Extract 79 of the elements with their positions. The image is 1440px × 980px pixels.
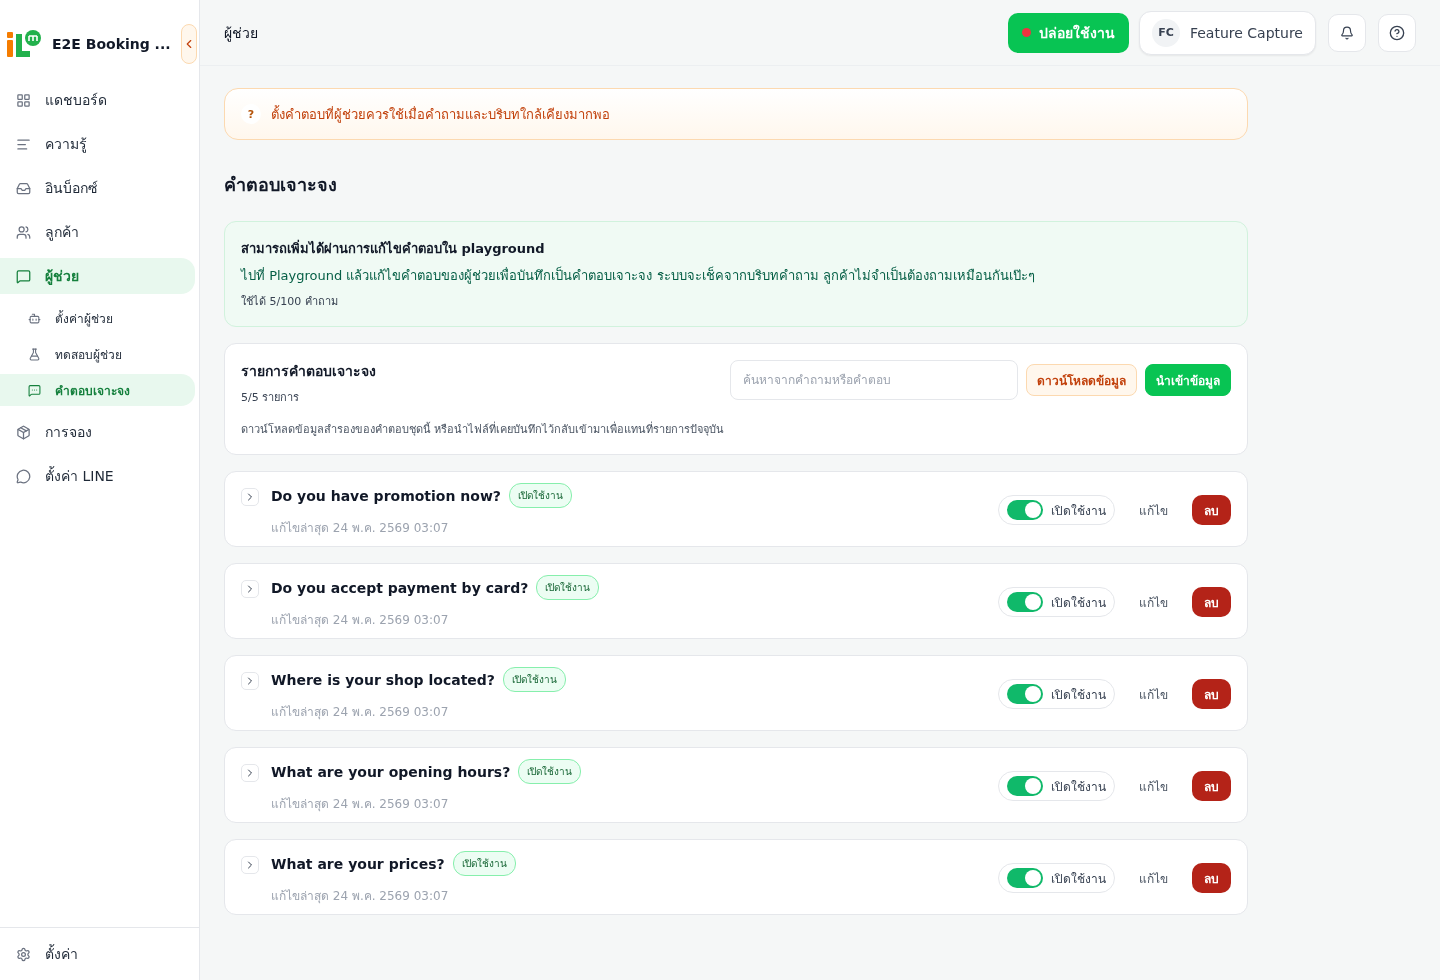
sidebar-item[interactable]: แดชบอร์ด	[0, 82, 195, 118]
enable-toggle[interactable]: เปิดใช้งาน	[998, 863, 1115, 893]
app-name: E2E Booking ...	[52, 36, 171, 52]
logo-icon	[6, 29, 42, 59]
delete-button[interactable]: ลบ	[1192, 771, 1231, 801]
delete-button[interactable]: ลบ	[1192, 587, 1231, 617]
users-icon	[16, 224, 31, 240]
edited-time: แก้ไขล่าสุด 24 พ.ค. 2569 03:07	[271, 796, 450, 813]
question-text: Do you accept payment by card?	[271, 579, 529, 596]
sidebar-item[interactable]: ตั้งค่า LINE	[0, 458, 195, 494]
sidebar-item[interactable]: ผู้ช่วย	[0, 258, 195, 294]
enable-toggle[interactable]: เปิดใช้งาน	[998, 587, 1115, 617]
panel-title: รายการคำตอบเจาะจง	[241, 362, 377, 381]
download-button[interactable]: ดาวน์โหลดข้อมูล	[1026, 364, 1137, 396]
notice-text: ตั้งคำตอบที่ผู้ช่วยควรใช้เมื่อคำถามและบริบทใกล้เคียงมากพอ	[271, 104, 610, 125]
help-button[interactable]	[1378, 13, 1416, 52]
sidebar-item[interactable]: ลูกค้า	[0, 214, 195, 250]
enable-toggle[interactable]: เปิดใช้งาน	[998, 679, 1115, 709]
expand-button[interactable]	[241, 580, 259, 598]
delete-button[interactable]: ลบ	[1192, 863, 1231, 893]
expand-button[interactable]	[241, 764, 259, 782]
chat-bubble-icon	[28, 383, 41, 397]
delete-button[interactable]: ลบ	[1192, 495, 1231, 525]
inbox-icon	[16, 180, 31, 196]
page-title: ผู้ช่วย	[224, 23, 259, 44]
status-badge: เปิดใช้งาน	[503, 667, 566, 692]
edited-time: แก้ไขล่าสุด 24 พ.ค. 2569 03:07	[271, 888, 450, 905]
status-badge: เปิดใช้งาน	[518, 759, 582, 784]
enable-toggle[interactable]: เปิดใช้งาน	[998, 771, 1115, 801]
sidebar-item[interactable]: คำตอบเจาะจง	[0, 374, 195, 406]
user-button[interactable]: FC Feature Capture	[1138, 10, 1316, 55]
question-text: Do you have promotion now?	[271, 487, 501, 504]
edit-button[interactable]: แก้ไข	[1127, 684, 1180, 704]
box-icon	[16, 424, 31, 440]
item-count: 5/5 รายการ	[241, 390, 301, 406]
section-title: คำตอบเจาะจง	[224, 173, 338, 197]
delete-button[interactable]: ลบ	[1192, 679, 1231, 709]
edited-time: แก้ไขล่าสุด 24 พ.ค. 2569 03:07	[271, 520, 450, 537]
chat-bubble-icon	[16, 468, 31, 484]
flask-icon	[28, 347, 41, 361]
question-text: What are your prices?	[271, 855, 445, 872]
question-mark: ?	[241, 104, 261, 124]
question-text: What are your opening hours?	[271, 763, 511, 780]
collapse-button[interactable]	[180, 24, 197, 64]
robot-icon	[28, 311, 41, 325]
help-icon	[1389, 24, 1405, 41]
sidebar-item[interactable]: การจอง	[0, 414, 195, 450]
status-badge: เปิดใช้งาน	[536, 575, 600, 600]
expand-button[interactable]	[241, 856, 259, 874]
edited-time: แก้ไขล่าสุด 24 พ.ค. 2569 03:07	[271, 704, 450, 721]
chat-bubble-icon	[16, 268, 31, 284]
info-title: สามารถเพิ่มได้ผ่านการแก้ไขคำตอบใน playground	[241, 238, 546, 258]
sidebar-item[interactable]: ตั้งค่า	[0, 936, 195, 972]
status-badge: เปิดใช้งาน	[452, 851, 516, 876]
edited-time: แก้ไขล่าสุด 24 พ.ค. 2569 03:07	[271, 612, 450, 629]
info-text: ไปที่ Playground แล้วแก้ไขคำตอบของผู้ช่วยเพื่อบันทึกเป็นคำตอบเจาะจง ระบบจะเช็คจากบริบทคำถาม ลูกค้าไม่จำเป็นต้องถามเหมือนกันเป๊ะๆ	[241, 265, 1036, 286]
usage-text: ใช้ได้ 5/100 คำถาม	[241, 294, 339, 310]
question-text: Where is your shop located?	[271, 671, 495, 688]
enable-toggle[interactable]: เปิดใช้งาน	[998, 495, 1115, 525]
panel-description: ดาวน์โหลดข้อมูลสำรองของคำตอบชุดนี้ หรือนำไฟล์ที่เคยบันทึกไว้กลับเข้ามาเพื่อแทนที่รายการปัจจุบัน	[241, 420, 726, 438]
edit-button[interactable]: แก้ไข	[1127, 776, 1180, 796]
edit-button[interactable]: แก้ไข	[1127, 868, 1180, 888]
sidebar-item[interactable]: อินบ็อกซ์	[0, 170, 195, 206]
grid-icon	[16, 92, 31, 108]
expand-button[interactable]	[241, 488, 259, 506]
sidebar-item[interactable]: ความรู้	[0, 126, 195, 162]
search-field[interactable]: ค้นหาจากคำถามหรือคำตอบ	[730, 360, 1018, 400]
edit-button[interactable]: แก้ไข	[1127, 592, 1180, 612]
sidebar-item[interactable]: ทดสอบผู้ช่วย	[0, 338, 195, 370]
status-badge: เปิดใช้งาน	[508, 483, 572, 508]
lines-icon	[16, 136, 31, 152]
sidebar-item[interactable]: ตั้งค่าผู้ช่วย	[0, 302, 195, 334]
status-dot	[1021, 28, 1031, 37]
edit-button[interactable]: แก้ไข	[1127, 500, 1180, 520]
notifications-button[interactable]	[1328, 13, 1366, 52]
settings-icon	[16, 946, 31, 962]
bell-icon	[1340, 25, 1354, 40]
user-avatar: FC	[1151, 18, 1180, 47]
expand-button[interactable]	[241, 672, 259, 690]
